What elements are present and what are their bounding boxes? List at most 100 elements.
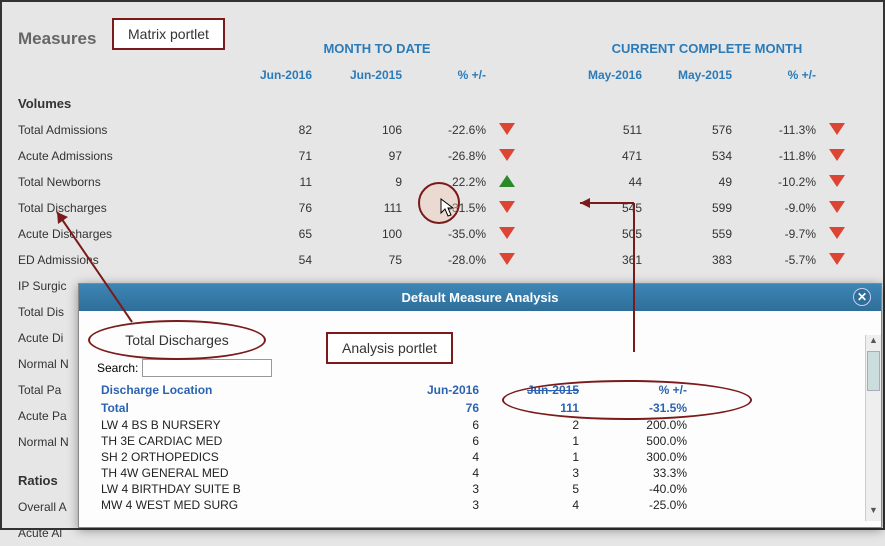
portlet-row-label: LW 4 BS B NURSERY: [97, 418, 397, 432]
triangle-down-icon: [492, 227, 522, 242]
callout-matrix-portlet: Matrix portlet: [112, 18, 225, 50]
portlet-row-a: 3: [397, 498, 497, 512]
portlet-title: Default Measure Analysis: [401, 290, 558, 305]
cell-ccm-pct: -9.7%: [742, 227, 822, 241]
cell-mtd-a: 76: [232, 201, 322, 215]
portlet-row-pct: 200.0%: [597, 418, 697, 432]
cell-ccm-b: 559: [652, 227, 742, 241]
cell-mtd-a: 65: [232, 227, 322, 241]
callout-total-discharges: Total Discharges: [88, 320, 266, 360]
portlet-row-pct: -40.0%: [597, 482, 697, 496]
portlet-row-label: LW 4 BIRTHDAY SUITE B: [97, 482, 397, 496]
portlet-row-label: MW 4 WEST MED SURG: [97, 498, 397, 512]
matrix-row[interactable]: Acute Admissions7197-26.8% 471534-11.8%: [2, 143, 883, 169]
cell-ccm-pct: -5.7%: [742, 253, 822, 267]
cell-ccm-a: 471: [562, 149, 652, 163]
cell-mtd-b: 97: [322, 149, 412, 163]
portlet-row-a: 6: [397, 418, 497, 432]
cell-mtd-b: 111: [322, 201, 412, 215]
portlet-row-b: 1: [497, 434, 597, 448]
cell-ccm-pct: -10.2%: [742, 175, 822, 189]
close-button[interactable]: ✕: [853, 288, 871, 306]
cell-mtd-a: 54: [232, 253, 322, 267]
matrix-subheader: Jun-2016 Jun-2015 % +/- May-2016 May-201…: [2, 62, 883, 88]
row-label: Total Discharges: [2, 201, 232, 215]
matrix-row[interactable]: Total Admissions82106-22.6%511576-11.3%: [2, 117, 883, 143]
row-label: Acute Al: [2, 526, 232, 540]
portlet-row-pct: 33.3%: [597, 466, 697, 480]
cell-ccm-b: 599: [652, 201, 742, 215]
col-ccm-pct[interactable]: % +/-: [742, 62, 822, 88]
cell-ccm-b: 576: [652, 123, 742, 137]
cell-mtd-pct: -22.6%: [412, 123, 492, 137]
callout-analysis-portlet: Analysis portlet: [326, 332, 453, 364]
cell-mtd-pct: -28.0%: [412, 253, 492, 267]
scroll-down-icon[interactable]: ▼: [866, 505, 881, 521]
cell-ccm-a: 545: [562, 201, 652, 215]
cell-ccm-b: 534: [652, 149, 742, 163]
portlet-row-b: 4: [497, 498, 597, 512]
portlet-row-a: 4: [397, 466, 497, 480]
portlet-row-a: 3: [397, 482, 497, 496]
portlet-title-bar[interactable]: Default Measure Analysis ✕: [79, 284, 881, 311]
row-label: Total Admissions: [2, 123, 232, 137]
cell-ccm-b: 383: [652, 253, 742, 267]
triangle-down-icon: [492, 123, 522, 138]
portlet-row-pct: -25.0%: [597, 498, 697, 512]
col-mtd-pct[interactable]: % +/-: [412, 62, 492, 88]
scrollbar-thumb[interactable]: [867, 351, 880, 391]
portlet-row-a: 4: [397, 450, 497, 464]
portlet-row[interactable]: LW 4 BS B NURSERY62200.0%: [97, 417, 863, 433]
portlet-row-b: 2: [497, 418, 597, 432]
triangle-down-icon: [492, 201, 522, 216]
col-ccm-b[interactable]: May-2015: [652, 62, 742, 88]
mtd-title: MONTH TO DATE: [232, 9, 522, 56]
portlet-row-b: 5: [497, 482, 597, 496]
cell-ccm-pct: -11.8%: [742, 149, 822, 163]
portlet-row-label: TH 3E CARDIAC MED: [97, 434, 397, 448]
matrix-row[interactable]: ED Admissions5475-28.0%361383-5.7%: [2, 247, 883, 273]
portlet-col-a[interactable]: Jun-2016: [397, 383, 497, 397]
highlight-total-oval: [502, 380, 752, 420]
portlet-col-label[interactable]: Discharge Location: [97, 383, 397, 397]
cell-mtd-pct: -26.8%: [412, 149, 492, 163]
triangle-down-icon: [822, 149, 852, 164]
cell-ccm-a: 511: [562, 123, 652, 137]
portlet-row[interactable]: LW 4 BIRTHDAY SUITE B35-40.0%: [97, 481, 863, 497]
search-input[interactable]: [142, 359, 272, 377]
col-ccm-a[interactable]: May-2016: [562, 62, 652, 88]
cell-mtd-b: 100: [322, 227, 412, 241]
cell-mtd-b: 106: [322, 123, 412, 137]
col-mtd-a[interactable]: Jun-2016: [232, 62, 322, 88]
cell-mtd-a: 71: [232, 149, 322, 163]
portlet-total-a: 76: [397, 401, 497, 415]
triangle-down-icon: [492, 149, 522, 164]
ccm-title: CURRENT COMPLETE MONTH: [562, 9, 852, 56]
search-label: Search:: [97, 361, 138, 375]
row-label: Acute Admissions: [2, 149, 232, 163]
portlet-row[interactable]: MW 4 WEST MED SURG34-25.0%: [97, 497, 863, 513]
portlet-row-a: 6: [397, 434, 497, 448]
scroll-up-icon[interactable]: ▲: [866, 335, 881, 351]
portlet-row-pct: 500.0%: [597, 434, 697, 448]
triangle-up-icon: [492, 175, 522, 190]
cell-mtd-a: 11: [232, 175, 322, 189]
triangle-down-icon: [822, 227, 852, 242]
triangle-down-icon: [492, 253, 522, 268]
col-mtd-b[interactable]: Jun-2015: [322, 62, 412, 88]
portlet-row[interactable]: TH 4W GENERAL MED4333.3%: [97, 465, 863, 481]
portlet-row[interactable]: TH 3E CARDIAC MED61500.0%: [97, 433, 863, 449]
cell-ccm-pct: -9.0%: [742, 201, 822, 215]
cell-ccm-b: 49: [652, 175, 742, 189]
portlet-row[interactable]: SH 2 ORTHOPEDICS41300.0%: [97, 449, 863, 465]
cell-ccm-a: 505: [562, 227, 652, 241]
portlet-row-b: 3: [497, 466, 597, 480]
portlet-scrollbar[interactable]: ▲ ▼: [865, 335, 881, 521]
matrix-row[interactable]: Acute Discharges65100-35.0%505559-9.7%: [2, 221, 883, 247]
portlet-row-label: TH 4W GENERAL MED: [97, 466, 397, 480]
highlight-cell-111: [418, 182, 460, 224]
portlet-row-pct: 300.0%: [597, 450, 697, 464]
close-icon: ✕: [857, 290, 867, 304]
cell-ccm-pct: -11.3%: [742, 123, 822, 137]
cell-mtd-b: 9: [322, 175, 412, 189]
